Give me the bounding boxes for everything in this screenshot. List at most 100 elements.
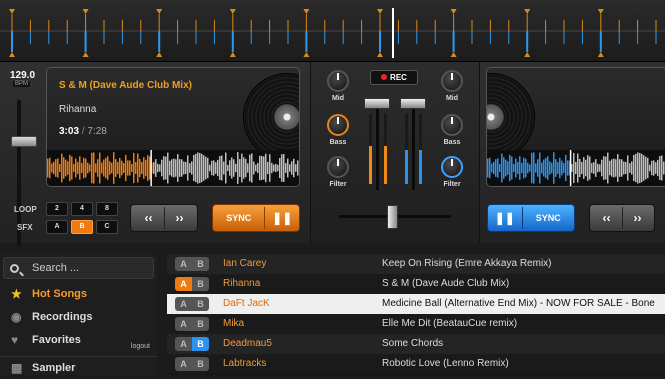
vu-meter-right	[405, 114, 408, 184]
bass-knob-left[interactable]	[327, 114, 349, 136]
load-deck-b-button[interactable]: B	[192, 357, 209, 371]
cue-marker-icon	[597, 52, 604, 57]
loop-pad-8[interactable]: 8	[96, 202, 118, 216]
waveform-bar	[507, 161, 509, 175]
sidebar-item-favorites[interactable]: ♥ Favorites logout	[0, 329, 157, 351]
table-row[interactable]: AB Ian Carey Keep On Rising (Emre Akkaya…	[167, 254, 665, 274]
waveform[interactable]	[47, 150, 299, 186]
bass-knob-right[interactable]	[441, 114, 463, 136]
filter-knob-left[interactable]	[327, 156, 349, 178]
waveform-bar	[121, 160, 123, 176]
channel-fader-right[interactable]	[400, 98, 426, 109]
sfx-pad-b[interactable]: B	[71, 220, 93, 234]
load-deck-a-button[interactable]: A	[175, 357, 192, 371]
rec-label: REC	[390, 73, 407, 82]
load-deck-b-button[interactable]: B	[192, 337, 209, 351]
waveform-bar	[499, 163, 501, 173]
waveform-bar	[157, 163, 159, 173]
track-artist-cell: Ian Carey	[223, 258, 267, 269]
loop-pad-4[interactable]: 4	[71, 202, 93, 216]
load-deck-a-button[interactable]: A	[175, 337, 192, 351]
waveform-bar	[289, 164, 291, 172]
waveform-bar	[291, 161, 293, 175]
rewind-icon[interactable]: ‹‹	[134, 211, 164, 225]
forward-icon-b[interactable]: ››	[623, 211, 653, 225]
waveform-bar	[621, 159, 623, 177]
waveform-bar	[579, 158, 581, 178]
waveform-bar	[645, 156, 647, 180]
time-separator: /	[81, 126, 85, 137]
table-row[interactable]: AB Rihanna S & M (Dave Aude Club Mix)	[167, 274, 665, 294]
table-row[interactable]: AB Mika Elle Me Dit (BeatauCue remix)	[167, 314, 665, 334]
channel-fader-left[interactable]	[364, 98, 390, 109]
table-row[interactable]: AB Labtracks Robotic Love (Lenno Remix)	[167, 354, 665, 374]
waveform-bar	[297, 160, 299, 176]
rewind-icon-b[interactable]: ‹‹	[592, 211, 622, 225]
waveform-bar	[273, 164, 275, 172]
waveform-bar	[77, 161, 79, 175]
waveform-bar	[661, 155, 663, 181]
search-input[interactable]: Search ...	[3, 257, 154, 279]
load-deck-b-button[interactable]: B	[192, 257, 209, 271]
channel-fader-track-left	[376, 100, 379, 190]
waveform-bar	[629, 163, 631, 173]
waveform-bar	[537, 159, 539, 177]
sync-button[interactable]: SYNC	[213, 213, 264, 223]
waveform-graph	[47, 150, 299, 186]
filter-knob-right[interactable]	[441, 156, 463, 178]
waveform-bar	[287, 158, 289, 178]
table-row-selected[interactable]: AB DaFt JacK Medicine Ball (Alternative …	[167, 294, 665, 314]
waveform-bar	[613, 158, 615, 178]
deck-load-buttons: AB	[175, 317, 209, 331]
waveform-bar	[91, 152, 93, 184]
pitch-slider-handle[interactable]	[11, 136, 37, 147]
load-deck-a-button[interactable]: A	[175, 257, 192, 271]
waveform-bar	[221, 155, 223, 181]
load-deck-a-button[interactable]: A	[175, 277, 192, 291]
cue-marker-icon	[82, 9, 89, 14]
loop-pad-2[interactable]: 2	[46, 202, 68, 216]
waveform-bar	[217, 159, 219, 177]
track-title-cell: S & M (Dave Aude Club Mix)	[382, 278, 510, 289]
waveform-b[interactable]	[487, 150, 665, 186]
waveform-bar	[637, 152, 639, 184]
crossfader-handle[interactable]	[387, 205, 398, 229]
cue-marker-icon	[377, 52, 383, 57]
waveform-bar	[67, 161, 69, 175]
waveform-bar	[93, 152, 95, 184]
forward-icon[interactable]: ››	[165, 211, 195, 225]
sfx-pad-a[interactable]: A	[46, 220, 68, 234]
beat-overview-strip[interactable]	[0, 0, 665, 62]
vinyl-platter-b[interactable]	[487, 73, 535, 161]
waveform-bar	[633, 155, 635, 181]
waveform-bar	[497, 158, 499, 178]
sidebar-item-hot-songs[interactable]: ★ Hot Songs	[0, 283, 157, 305]
mid-knob-left[interactable]	[327, 70, 349, 92]
sfx-pad-c[interactable]: C	[96, 220, 118, 234]
waveform-bar	[591, 163, 593, 173]
waveform-bar	[185, 161, 187, 175]
pause-icon-b[interactable]: ❚❚	[488, 211, 522, 225]
logout-link[interactable]: logout	[131, 336, 150, 358]
load-deck-b-button[interactable]: B	[192, 317, 209, 331]
load-deck-b-button[interactable]: B	[192, 297, 209, 311]
waveform-bar	[517, 161, 519, 175]
mid-knob-right[interactable]	[441, 70, 463, 92]
pause-icon[interactable]: ❚❚	[265, 211, 299, 225]
load-deck-a-button[interactable]: A	[175, 297, 192, 311]
deck-b-display	[486, 67, 665, 187]
rec-button[interactable]: REC	[370, 70, 418, 85]
waveform-bar	[73, 164, 75, 172]
waveform-bar	[109, 161, 111, 175]
load-deck-b-button[interactable]: B	[192, 277, 209, 291]
star-icon: ★	[11, 287, 22, 301]
waveform-bar	[663, 161, 665, 175]
waveform-bar	[211, 160, 213, 176]
sync-button-b[interactable]: SYNC	[523, 213, 574, 223]
table-row[interactable]: AB Deadmau5 Some Chords	[167, 334, 665, 354]
load-deck-a-button[interactable]: A	[175, 317, 192, 331]
vinyl-platter[interactable]	[243, 73, 299, 161]
vinyl-label-b	[487, 104, 504, 130]
sidebar-item-recordings[interactable]: ◉ Recordings	[0, 306, 157, 328]
cue-marker-icon	[303, 9, 310, 14]
